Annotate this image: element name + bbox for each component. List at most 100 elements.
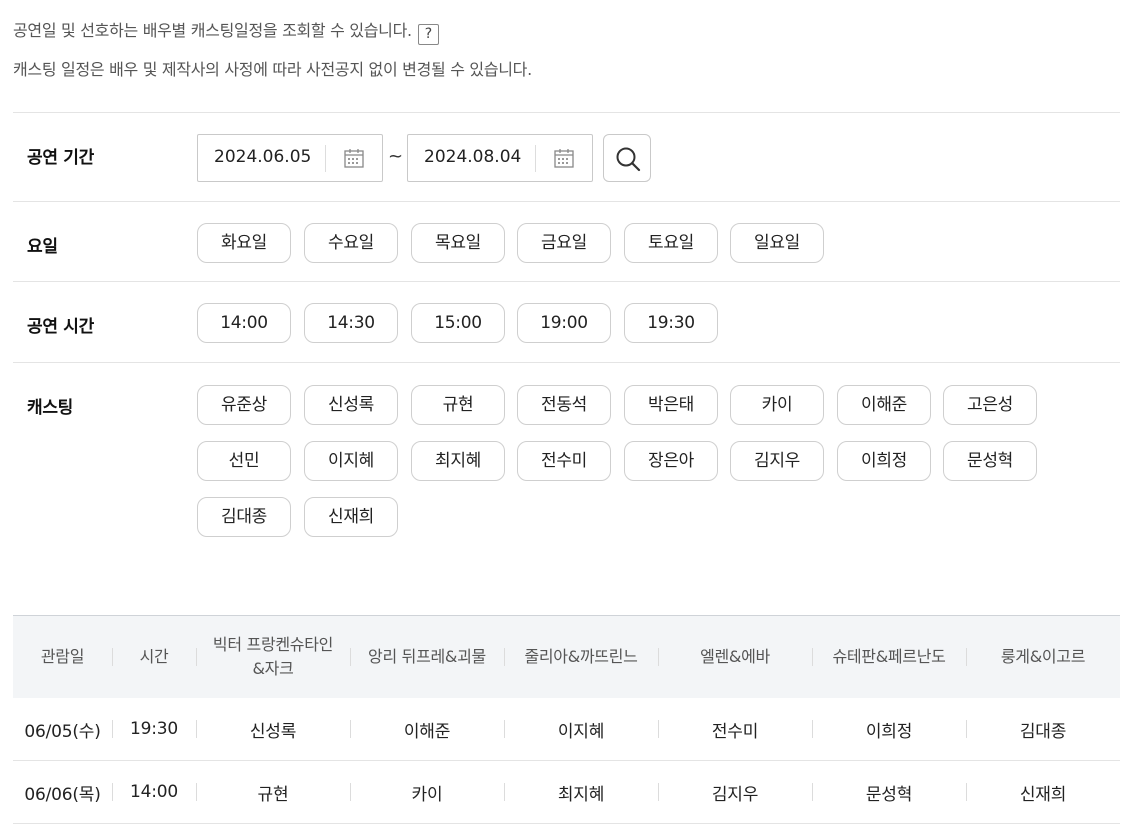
days-row: 요일 화요일 수요일 목요일 금요일 토요일 일요일	[13, 202, 1120, 282]
cast-chip[interactable]: 김대종	[197, 497, 291, 537]
time-chip[interactable]: 14:00	[197, 303, 291, 343]
cell-actor: 김대종	[1019, 721, 1067, 742]
column-divider	[812, 648, 813, 666]
column-divider	[966, 720, 967, 738]
day-chip[interactable]: 일요일	[730, 223, 824, 263]
day-chip[interactable]: 화요일	[197, 223, 291, 263]
column-divider	[658, 648, 659, 666]
cell-actor: 카이	[411, 784, 443, 805]
cast-chip[interactable]: 최지혜	[411, 441, 505, 481]
header-time: 시간	[139, 647, 169, 666]
cast-chip[interactable]: 규현	[411, 385, 505, 425]
cast-chip[interactable]: 전동석	[517, 385, 611, 425]
cast-chip[interactable]: 박은태	[624, 385, 718, 425]
date-range-tilde: ~	[388, 146, 404, 167]
date-from-value[interactable]: 2024.06.05	[214, 147, 311, 167]
cast-chip[interactable]: 선민	[197, 441, 291, 481]
calendar-icon[interactable]	[343, 147, 365, 169]
cell-actor: 문성혁	[865, 784, 913, 805]
time-chip[interactable]: 14:30	[304, 303, 398, 343]
help-icon[interactable]: ?	[417, 24, 439, 45]
header-role: 슈테판&페르난도	[832, 647, 946, 666]
column-divider	[350, 648, 351, 666]
search-icon	[616, 147, 641, 172]
column-divider	[812, 783, 813, 801]
column-divider	[966, 783, 967, 801]
column-divider	[112, 783, 113, 801]
column-divider	[196, 648, 197, 666]
time-chip[interactable]: 19:00	[517, 303, 611, 343]
cast-chip[interactable]: 김지우	[730, 441, 824, 481]
time-chip[interactable]: 19:30	[624, 303, 718, 343]
cell-actor: 이지혜	[557, 721, 605, 742]
cell-actor: 규현	[257, 784, 289, 805]
header-role: 줄리아&까뜨린느	[524, 647, 638, 666]
header-date: 관람일	[40, 647, 85, 666]
column-divider	[112, 648, 113, 666]
cell-time: 14:00	[130, 782, 178, 802]
date-to-value[interactable]: 2024.08.04	[424, 147, 521, 167]
day-chip[interactable]: 금요일	[517, 223, 611, 263]
day-chip[interactable]: 수요일	[304, 223, 398, 263]
column-divider	[504, 720, 505, 738]
day-chip[interactable]: 토요일	[624, 223, 718, 263]
date-to-field[interactable]: 2024.08.04	[407, 134, 593, 182]
cast-chip[interactable]: 장은아	[624, 441, 718, 481]
date-divider	[535, 145, 536, 172]
cast-chip[interactable]: 카이	[730, 385, 824, 425]
column-divider	[658, 783, 659, 801]
table-row: 06/05(수) 19:30 신성록 이해준 이지혜 전수미 이희정 김대종	[13, 698, 1120, 761]
cast-chip[interactable]: 이지혜	[304, 441, 398, 481]
days-label: 요일	[27, 237, 58, 257]
date-divider	[325, 145, 326, 172]
cell-date: 06/06(목)	[24, 784, 101, 805]
cast-label: 캐스팅	[27, 398, 74, 418]
table-header: 관람일 시간 빅터 프랑켄슈타인&자크 앙리 뒤프레&괴물 줄리아&까뜨린느 엘…	[13, 616, 1120, 698]
notice-line-1: 공연일 및 선호하는 배우별 캐스팅일정을 조회할 수 있습니다.?	[13, 17, 439, 45]
cast-row: 캐스팅 유준상 신성록 규현 전동석 박은태 카이 이해준 고은성 선민 이지혜…	[13, 363, 1120, 615]
filter-panel: 공연 기간 2024.06.05 ~ 2024.08.04 요일 화요일 수요일…	[13, 112, 1120, 615]
notice-text-1: 공연일 및 선호하는 배우별 캐스팅일정을 조회할 수 있습니다.	[13, 21, 412, 40]
header-role: 빅터 프랑켄슈타인&자크	[212, 635, 334, 678]
schedule-table: 관람일 시간 빅터 프랑켄슈타인&자크 앙리 뒤프레&괴물 줄리아&까뜨린느 엘…	[13, 615, 1120, 824]
notice-line-2: 캐스팅 일정은 배우 및 제작사의 사정에 따라 사전공지 없이 변경될 수 있…	[13, 60, 532, 79]
cast-chip[interactable]: 신재희	[304, 497, 398, 537]
cast-chip[interactable]: 이희정	[837, 441, 931, 481]
column-divider	[112, 720, 113, 738]
column-divider	[966, 648, 967, 666]
column-divider	[350, 720, 351, 738]
period-row: 공연 기간 2024.06.05 ~ 2024.08.04	[13, 113, 1120, 202]
cell-time: 19:30	[130, 719, 178, 739]
cell-actor: 이희정	[865, 721, 913, 742]
times-row: 공연 시간 14:00 14:30 15:00 19:00 19:30	[13, 282, 1120, 363]
column-divider	[196, 783, 197, 801]
column-divider	[658, 720, 659, 738]
calendar-icon[interactable]	[553, 147, 575, 169]
column-divider	[504, 783, 505, 801]
table-row: 06/06(목) 14:00 규현 카이 최지혜 김지우 문성혁 신재희	[13, 761, 1120, 824]
header-role: 엘렌&에바	[700, 647, 770, 666]
day-chip[interactable]: 목요일	[411, 223, 505, 263]
cell-date: 06/05(수)	[24, 721, 101, 742]
cast-chip[interactable]: 전수미	[517, 441, 611, 481]
date-from-field[interactable]: 2024.06.05	[197, 134, 383, 182]
search-button[interactable]	[603, 134, 651, 182]
cast-chip[interactable]: 문성혁	[943, 441, 1037, 481]
cell-actor: 신재희	[1019, 784, 1067, 805]
column-divider	[196, 720, 197, 738]
cast-chip[interactable]: 이해준	[837, 385, 931, 425]
time-chip[interactable]: 15:00	[411, 303, 505, 343]
header-role: 앙리 뒤프레&괴물	[368, 647, 486, 666]
times-label: 공연 시간	[27, 317, 94, 337]
cast-chip[interactable]: 유준상	[197, 385, 291, 425]
cell-actor: 김지우	[711, 784, 759, 805]
cell-actor: 최지혜	[557, 784, 605, 805]
cast-chip[interactable]: 신성록	[304, 385, 398, 425]
column-divider	[812, 720, 813, 738]
column-divider	[350, 783, 351, 801]
cell-actor: 신성록	[249, 721, 297, 742]
cast-chip[interactable]: 고은성	[943, 385, 1037, 425]
column-divider	[504, 648, 505, 666]
cell-actor: 이해준	[403, 721, 451, 742]
cell-actor: 전수미	[711, 721, 759, 742]
